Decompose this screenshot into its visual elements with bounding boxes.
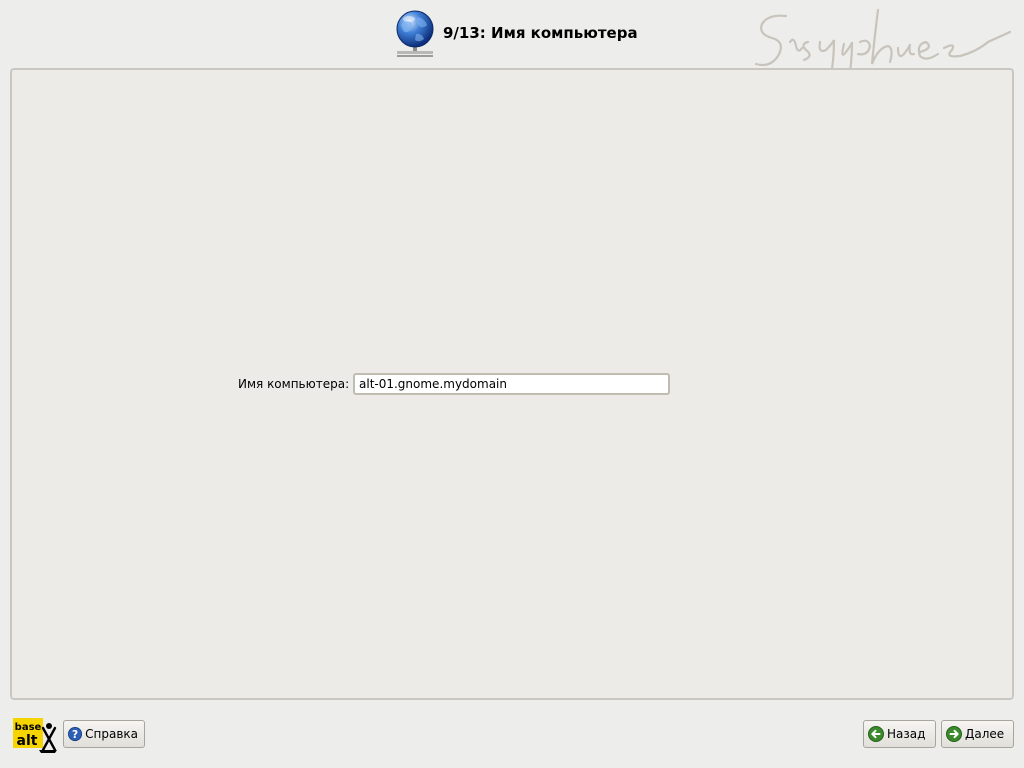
svg-text:?: ? bbox=[72, 729, 78, 741]
help-icon: ? bbox=[68, 726, 83, 742]
header: 9/13: Имя компьютера bbox=[0, 0, 1024, 93]
step-title: 9/13: Имя компьютера bbox=[443, 24, 638, 42]
back-button-label: Назад bbox=[887, 727, 926, 741]
help-button-label: Справка bbox=[85, 727, 138, 741]
arrow-right-icon bbox=[946, 726, 962, 742]
back-button[interactable]: Назад bbox=[863, 720, 936, 748]
logo-text-base: base bbox=[15, 722, 42, 733]
hostname-label: Имя компьютера: bbox=[238, 377, 350, 391]
next-button-label: Далее bbox=[965, 727, 1005, 741]
hostname-input[interactable] bbox=[353, 373, 670, 395]
next-button[interactable]: Далее bbox=[941, 720, 1014, 748]
globe-network-icon bbox=[396, 10, 434, 57]
basealt-logo: base alt bbox=[13, 718, 57, 753]
help-button[interactable]: ? Справка bbox=[63, 720, 145, 748]
logo-text-alt: alt bbox=[17, 733, 38, 749]
arrow-left-icon bbox=[868, 726, 884, 742]
